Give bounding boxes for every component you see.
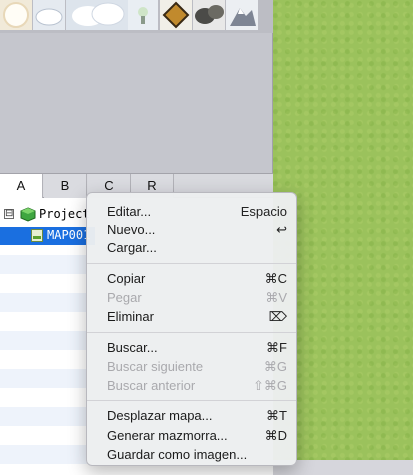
menu-item-label: Copiar <box>107 271 146 286</box>
return-key-icon: ↩ <box>276 222 287 237</box>
menu-item-generar-mazmorra[interactable]: Generar mazmorra... ⌘D <box>87 426 296 445</box>
menu-item-label: Guardar como imagen... <box>107 447 248 462</box>
menu-item-label: Cargar... <box>107 240 157 255</box>
menu-item-buscar[interactable]: Buscar... ⌘F <box>87 338 296 357</box>
menu-item-shortcut: ⇧⌘G <box>252 378 287 393</box>
menu-item-label: Buscar anterior <box>107 378 196 393</box>
delete-key-icon: ⌦ <box>268 309 287 324</box>
tileset-panel <box>0 33 273 173</box>
cloud-large-tile-icon[interactable] <box>66 0 128 30</box>
tree-item-project[interactable]: ⊟ Project <box>0 206 100 224</box>
tree-item-map001-label: MAP001 <box>47 228 91 242</box>
menu-item-label: Buscar... <box>107 340 158 355</box>
cloud-glow-tile-icon[interactable] <box>0 0 32 30</box>
menu-item-nuevo[interactable]: Nuevo... ↩ <box>87 220 296 239</box>
menu-item-desplazar-mapa[interactable]: Desplazar mapa... ⌘T <box>87 406 296 425</box>
menu-item-label: Desplazar mapa... <box>107 408 213 423</box>
menu-item-cargar[interactable]: Cargar... <box>87 238 296 257</box>
menu-item-eliminar[interactable]: Eliminar ⌦ <box>87 307 296 326</box>
menu-item-shortcut: ⌘C <box>264 271 287 286</box>
snowy-rock-tile-icon[interactable] <box>226 0 258 30</box>
menu-item-label: Eliminar <box>107 309 154 324</box>
menu-separator <box>87 400 296 401</box>
menu-separator <box>87 263 296 264</box>
menu-item-shortcut: Espacio <box>240 204 287 219</box>
menu-item-label: Editar... <box>107 204 152 219</box>
tileset-palette[interactable] <box>0 0 273 33</box>
snow-mound-tile-icon[interactable] <box>33 0 65 30</box>
menu-item-editar[interactable]: Editar... Espacio <box>87 202 296 221</box>
menu-item-copiar[interactable]: Copiar ⌘C <box>87 269 296 288</box>
menu-item-label: Pegar <box>107 290 142 305</box>
menu-item-shortcut: ⌘T <box>266 408 287 423</box>
cloud-puff-tile-icon[interactable] <box>128 0 158 30</box>
context-menu: Editar... Espacio Nuevo... ↩ Cargar... C… <box>86 192 297 466</box>
collapse-icon[interactable]: ⊟ <box>4 209 14 219</box>
menu-item-label: Buscar siguiente <box>107 359 204 374</box>
menu-item-label: Nuevo... <box>107 222 156 237</box>
map-icon <box>31 229 43 242</box>
menu-item-buscar-siguiente: Buscar siguiente ⌘G <box>87 357 296 376</box>
tab-b[interactable]: B <box>44 174 87 198</box>
menu-item-label: Generar mazmorra... <box>107 428 228 443</box>
menu-item-pegar: Pegar ⌘V <box>87 288 296 307</box>
menu-item-shortcut: ⌘F <box>266 340 287 355</box>
tree-item-project-label: Project <box>39 207 90 221</box>
menu-separator <box>87 332 296 333</box>
tree-item-map001[interactable]: MAP001 <box>0 227 95 245</box>
menu-item-shortcut: ⌘V <box>265 290 287 305</box>
menu-item-shortcut: ⌘G <box>263 359 287 374</box>
menu-item-buscar-anterior: Buscar anterior ⇧⌘G <box>87 376 296 395</box>
small-tree-tile-icon[interactable] <box>160 0 192 30</box>
tab-a[interactable]: A <box>0 174 43 198</box>
menu-item-guardar-como-imagen[interactable]: Guardar como imagen... <box>87 445 296 464</box>
dark-rocks-tile-icon[interactable] <box>193 0 225 30</box>
project-cube-icon <box>20 207 36 222</box>
menu-item-shortcut: ⌘D <box>264 428 287 443</box>
